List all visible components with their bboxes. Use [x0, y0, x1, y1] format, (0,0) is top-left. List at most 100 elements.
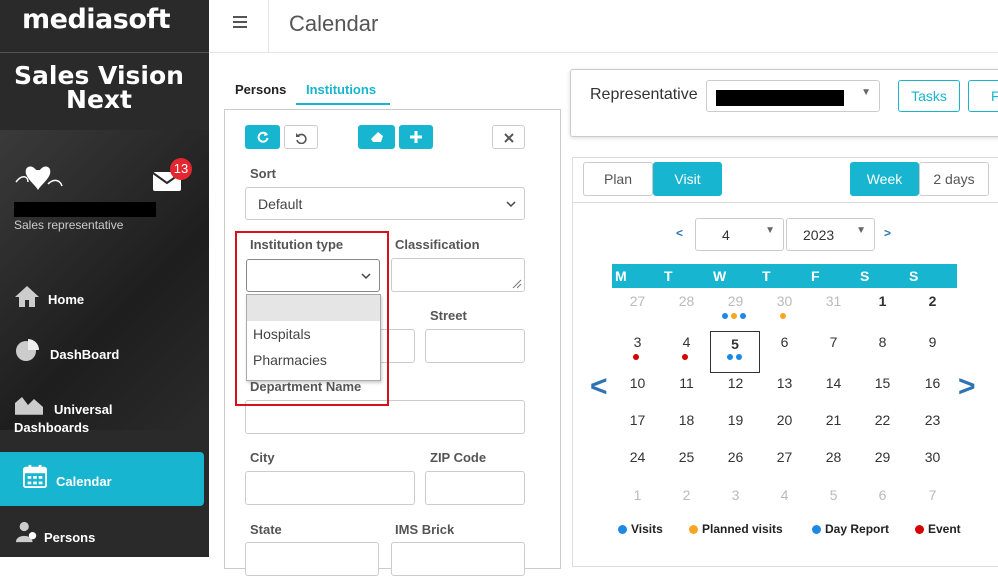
weekday-header: T — [759, 264, 808, 288]
add-button[interactable] — [399, 125, 433, 149]
calendar-day[interactable]: 27 — [765, 449, 805, 465]
undo-button[interactable] — [284, 125, 318, 149]
next-month-icon[interactable]: > — [958, 370, 976, 404]
nav-item-dashboard[interactable]: DashBoard — [0, 336, 209, 386]
classification-textarea[interactable] — [391, 258, 525, 292]
representative-select[interactable]: ▼ — [706, 80, 880, 112]
calendar-day[interactable]: 2 — [667, 487, 707, 503]
state-input[interactable] — [245, 542, 379, 576]
legend-label: Planned visits — [702, 522, 783, 536]
calendar-day[interactable]: 2 — [913, 293, 953, 309]
plus-icon — [410, 131, 422, 143]
undo-icon — [296, 133, 307, 145]
city-input[interactable] — [245, 471, 415, 505]
calendar-day[interactable]: 31 — [814, 293, 854, 309]
nav-item-persons[interactable]: Persons — [0, 516, 209, 557]
hamburger-menu-icon[interactable] — [233, 16, 247, 28]
close-button[interactable] — [492, 125, 525, 149]
highlight-box — [235, 231, 389, 406]
calendar-day[interactable]: 20 — [765, 412, 805, 428]
calendar-day[interactable]: 21 — [814, 412, 854, 428]
calendar-day[interactable]: 24 — [618, 449, 658, 465]
calendar-day[interactable]: 13 — [765, 375, 805, 391]
calendar-day[interactable]: 19 — [716, 412, 756, 428]
calendar-day[interactable]: 25 — [667, 449, 707, 465]
calendar-day[interactable]: 26 — [716, 449, 756, 465]
calendar-day[interactable]: 6 — [765, 334, 805, 350]
calendar-day[interactable]: 23 — [913, 412, 953, 428]
event-dot — [731, 313, 737, 319]
legend-visits: Visits — [618, 522, 663, 536]
street-input[interactable] — [425, 329, 525, 363]
avatar-icon[interactable] — [14, 164, 64, 194]
calendar-day[interactable]: 30 — [913, 449, 953, 465]
filter-panel: Sort Default Institution type Classifica… — [224, 109, 561, 576]
legend-planned-visits: Planned visits — [689, 522, 783, 536]
eraser-button[interactable] — [358, 125, 395, 149]
calendar-day[interactable]: 5 — [710, 331, 760, 373]
calendar-day[interactable]: 27 — [618, 293, 658, 309]
calendar-day[interactable]: 29 — [716, 293, 756, 309]
calendar-day[interactable]: 11 — [667, 375, 707, 391]
calendar-day[interactable]: 14 — [814, 375, 854, 391]
event-dot — [682, 354, 688, 360]
nav-item-home[interactable]: Home — [0, 280, 209, 330]
legend-label: Day Report — [825, 522, 890, 536]
week-button[interactable]: Week — [850, 162, 919, 196]
calendar-day[interactable]: 6 — [863, 487, 903, 503]
tab-persons[interactable]: Persons — [225, 76, 296, 103]
persons-icon — [15, 521, 37, 543]
calendar-day[interactable]: 18 — [667, 412, 707, 428]
calendar-day[interactable]: 12 — [716, 375, 756, 391]
calendar-day[interactable]: 4 — [667, 334, 707, 350]
next-month-small-icon[interactable]: > — [884, 226, 891, 240]
prev-month-small-icon[interactable]: < — [676, 226, 683, 240]
two-days-button[interactable]: 2 days — [919, 162, 989, 196]
calendar-day[interactable]: 22 — [863, 412, 903, 428]
resize-handle-icon — [512, 279, 522, 289]
calendar-day[interactable]: 16 — [913, 375, 953, 391]
calendar-day[interactable]: 9 — [913, 334, 953, 350]
legend-dot — [915, 525, 924, 534]
ims-brick-input[interactable] — [391, 542, 525, 576]
redacted-username — [14, 202, 156, 217]
area-chart-icon — [15, 397, 43, 415]
visit-button[interactable]: Visit — [653, 162, 722, 196]
year-select[interactable]: 2023 ▼ — [786, 218, 875, 251]
tasks-button[interactable]: Tasks — [898, 80, 960, 112]
topbar-separator — [268, 0, 269, 53]
calendar-day[interactable]: 10 — [618, 375, 658, 391]
mail-count-badge: 13 — [170, 158, 192, 180]
nav-item-calendar[interactable]: Calendar — [0, 452, 204, 506]
event-dot — [726, 354, 733, 360]
month-value: 4 — [722, 227, 730, 243]
calendar-day[interactable]: 15 — [863, 375, 903, 391]
prev-month-icon[interactable]: < — [590, 370, 608, 404]
calendar-day[interactable]: 8 — [863, 334, 903, 350]
calendar-day[interactable]: 1 — [863, 293, 903, 309]
calendar-day[interactable]: 1 — [618, 487, 658, 503]
calendar-day[interactable]: 4 — [765, 487, 805, 503]
event-dot — [722, 313, 728, 319]
calendar-day[interactable]: 5 — [814, 487, 854, 503]
month-select[interactable]: 4 ▼ — [695, 218, 784, 251]
plan-button[interactable]: Plan — [583, 162, 653, 196]
event-dot — [633, 354, 639, 360]
calendar-day[interactable]: 7 — [814, 334, 854, 350]
calendar-day[interactable]: 30 — [765, 293, 805, 309]
nav-item-universal-dashboards[interactable]: Universal Dashboards — [0, 392, 209, 442]
calendar-day[interactable]: 29 — [863, 449, 903, 465]
calendar-day[interactable]: 7 — [913, 487, 953, 503]
sidebar: mediasoft Sales Vision Next 13 Sales rep… — [0, 0, 209, 557]
sort-select[interactable]: Default — [245, 187, 525, 220]
next-button[interactable]: F — [968, 80, 998, 112]
calendar-day[interactable]: 17 — [618, 412, 658, 428]
calendar-day[interactable]: 28 — [814, 449, 854, 465]
calendar-day[interactable]: 3 — [618, 334, 658, 350]
zip-code-input[interactable] — [425, 471, 525, 505]
calendar-day[interactable]: 3 — [716, 487, 756, 503]
refresh-button[interactable] — [245, 125, 280, 149]
calendar-day[interactable]: 28 — [667, 293, 707, 309]
tab-institutions[interactable]: Institutions — [296, 76, 390, 105]
app-name: Sales Vision Next — [0, 63, 198, 112]
